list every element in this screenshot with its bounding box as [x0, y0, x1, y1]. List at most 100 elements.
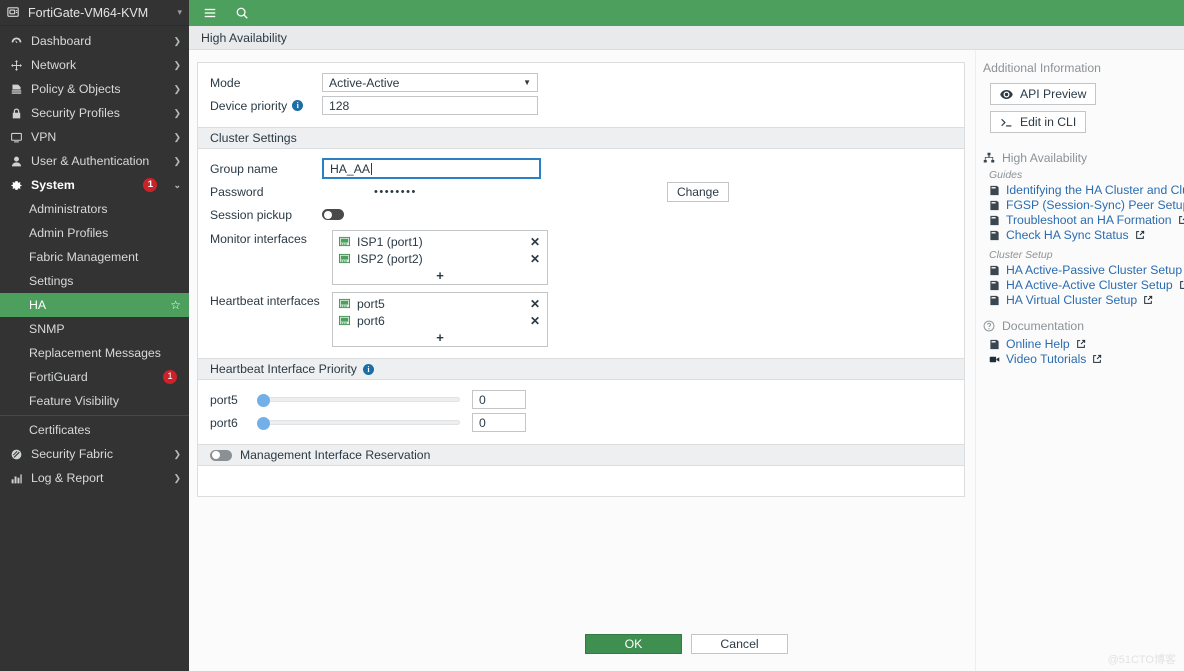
documentation-link-online-help[interactable]: Online Help: [989, 337, 1184, 351]
card-footer-spacer: [198, 466, 964, 496]
sidebar-subitem-label: Certificates: [29, 423, 91, 437]
external-link-icon: [1179, 280, 1184, 290]
external-link-icon: [1076, 339, 1087, 349]
network-icon: [9, 59, 23, 72]
video-icon: [989, 354, 1000, 365]
sidebar-item-certificates[interactable]: Certificates: [0, 418, 189, 442]
session-pickup-row: Session pickup: [198, 203, 964, 226]
sidebar-item-policy-objects[interactable]: Policy & Objects ❯: [0, 77, 189, 101]
priority-slider[interactable]: [257, 417, 460, 430]
group-name-input[interactable]: HA_AA: [322, 158, 541, 179]
sidebar-item-network[interactable]: Network ❯: [0, 53, 189, 77]
change-password-button[interactable]: Change: [666, 181, 729, 202]
star-icon[interactable]: ☆: [170, 298, 181, 312]
sidebar-item-settings[interactable]: Settings: [0, 269, 189, 293]
api-preview-button[interactable]: API Preview: [990, 83, 1097, 105]
sidebar-item-fabric-management[interactable]: Fabric Management: [0, 245, 189, 269]
sidebar-item-security-fabric[interactable]: Security Fabric ❯: [0, 442, 189, 466]
interface-icon: [339, 236, 350, 247]
sidebar: FortiGate-VM64-KVM ▾ Dashboard ❯ Network…: [0, 0, 189, 671]
chevron-right-icon: ❯: [173, 448, 181, 459]
list-item[interactable]: port5 ✕: [333, 295, 547, 312]
sidebar-item-fortiguard[interactable]: FortiGuard 1: [0, 365, 189, 389]
documentation-section-title: Documentation: [983, 319, 1184, 333]
slider-handle[interactable]: [257, 417, 270, 430]
info-icon[interactable]: i: [362, 363, 374, 375]
interface-icon: [339, 253, 350, 264]
sidebar-item-feature-visibility[interactable]: Feature Visibility: [0, 389, 189, 413]
guide-link-identifying-ha-cluster[interactable]: Identifying the HA Cluster and Clu: [989, 183, 1184, 197]
remove-icon[interactable]: ✕: [530, 236, 540, 248]
ha-info-section-title: High Availability: [983, 151, 1184, 165]
page-title: High Availability: [189, 26, 1184, 50]
lock-icon: [9, 107, 23, 120]
list-item[interactable]: ISP1 (port1) ✕: [333, 233, 547, 250]
slider-handle[interactable]: [257, 394, 270, 407]
device-selector[interactable]: FortiGate-VM64-KVM ▾: [0, 0, 189, 26]
hamburger-icon[interactable]: [203, 6, 217, 20]
policy-icon: [9, 83, 23, 96]
remove-icon[interactable]: ✕: [530, 253, 540, 265]
device-priority-input[interactable]: 128: [322, 96, 538, 115]
add-heartbeat-interface-button[interactable]: +: [333, 329, 547, 346]
mode-row: Mode Active-Active ▼: [198, 71, 964, 94]
cluster-link-ha-virtual[interactable]: HA Virtual Cluster Setup: [989, 293, 1184, 307]
sidebar-item-security-profiles[interactable]: Security Profiles ❯: [0, 101, 189, 125]
ok-button[interactable]: OK: [585, 633, 682, 654]
guide-link-check-ha-sync-status[interactable]: Check HA Sync Status: [989, 228, 1184, 242]
add-monitor-interface-button[interactable]: +: [333, 267, 547, 284]
cluster-link-ha-active-active[interactable]: HA Active-Active Cluster Setup: [989, 278, 1184, 292]
cancel-button[interactable]: Cancel: [691, 633, 788, 654]
sidebar-item-replacement-messages[interactable]: Replacement Messages: [0, 341, 189, 365]
guide-link-troubleshoot-ha-formation[interactable]: Troubleshoot an HA Formation: [989, 213, 1184, 227]
cluster-settings-header: Cluster Settings: [198, 127, 964, 149]
sidebar-item-ha[interactable]: HA ☆: [0, 293, 189, 317]
book-icon: [989, 200, 1000, 211]
watermark: @51CTO博客: [1107, 654, 1176, 666]
remove-icon[interactable]: ✕: [530, 315, 540, 327]
session-pickup-toggle[interactable]: [322, 209, 344, 220]
password-row: Password •••••••• Change: [198, 180, 964, 203]
sidebar-item-log-report[interactable]: Log & Report ❯: [0, 466, 189, 490]
mode-select[interactable]: Active-Active ▼: [322, 73, 538, 92]
book-icon: [989, 215, 1000, 226]
chart-icon: [9, 472, 23, 485]
documentation-link-video-tutorials[interactable]: Video Tutorials: [989, 352, 1184, 366]
sitemap-icon: [983, 152, 995, 164]
chevron-down-icon[interactable]: ▾: [177, 7, 182, 18]
sidebar-subitem-label: Admin Profiles: [29, 226, 109, 240]
sidebar-item-snmp[interactable]: SNMP: [0, 317, 189, 341]
form-action-bar: OK Cancel: [189, 624, 1184, 671]
chevron-right-icon: ❯: [173, 35, 181, 46]
sidebar-item-label: Network: [31, 58, 77, 72]
sidebar-item-vpn[interactable]: VPN ❯: [0, 125, 189, 149]
user-icon: [9, 155, 23, 168]
list-item[interactable]: ISP2 (port2) ✕: [333, 250, 547, 267]
priority-input[interactable]: 0: [472, 413, 526, 432]
chevron-right-icon: ❯: [173, 472, 181, 483]
info-icon[interactable]: i: [292, 100, 304, 111]
book-icon: [989, 280, 1000, 291]
list-item[interactable]: port6 ✕: [333, 312, 547, 329]
password-masked-value: ••••••••: [374, 185, 417, 198]
external-link-icon: [1143, 295, 1154, 305]
device-priority-row: Device priority i 128: [198, 94, 964, 117]
sidebar-subitem-label: Feature Visibility: [29, 394, 119, 408]
sidebar-item-user-authentication[interactable]: User & Authentication ❯: [0, 149, 189, 173]
management-interface-reservation-toggle[interactable]: [210, 449, 232, 461]
remove-icon[interactable]: ✕: [530, 298, 540, 310]
cluster-link-ha-active-passive[interactable]: HA Active-Passive Cluster Setup: [989, 263, 1184, 277]
sidebar-item-system[interactable]: System 1 ⌄: [0, 173, 189, 197]
priority-input[interactable]: 0: [472, 390, 526, 409]
sidebar-item-admin-profiles[interactable]: Admin Profiles: [0, 221, 189, 245]
sidebar-nav: Dashboard ❯ Network ❯ Policy & Objects ❯: [0, 26, 189, 671]
sidebar-item-administrators[interactable]: Administrators: [0, 197, 189, 221]
chevron-right-icon: ❯: [173, 59, 181, 70]
guide-link-fgsp-peer-setup[interactable]: FGSP (Session-Sync) Peer Setup: [989, 198, 1184, 212]
search-icon[interactable]: [235, 6, 249, 20]
sidebar-item-dashboard[interactable]: Dashboard ❯: [0, 29, 189, 53]
content-area: Mode Active-Active ▼ Device priority i 1…: [189, 50, 1184, 671]
interface-name: port6: [357, 313, 385, 328]
edit-in-cli-button[interactable]: Edit in CLI: [990, 111, 1087, 133]
priority-slider[interactable]: [257, 394, 460, 407]
